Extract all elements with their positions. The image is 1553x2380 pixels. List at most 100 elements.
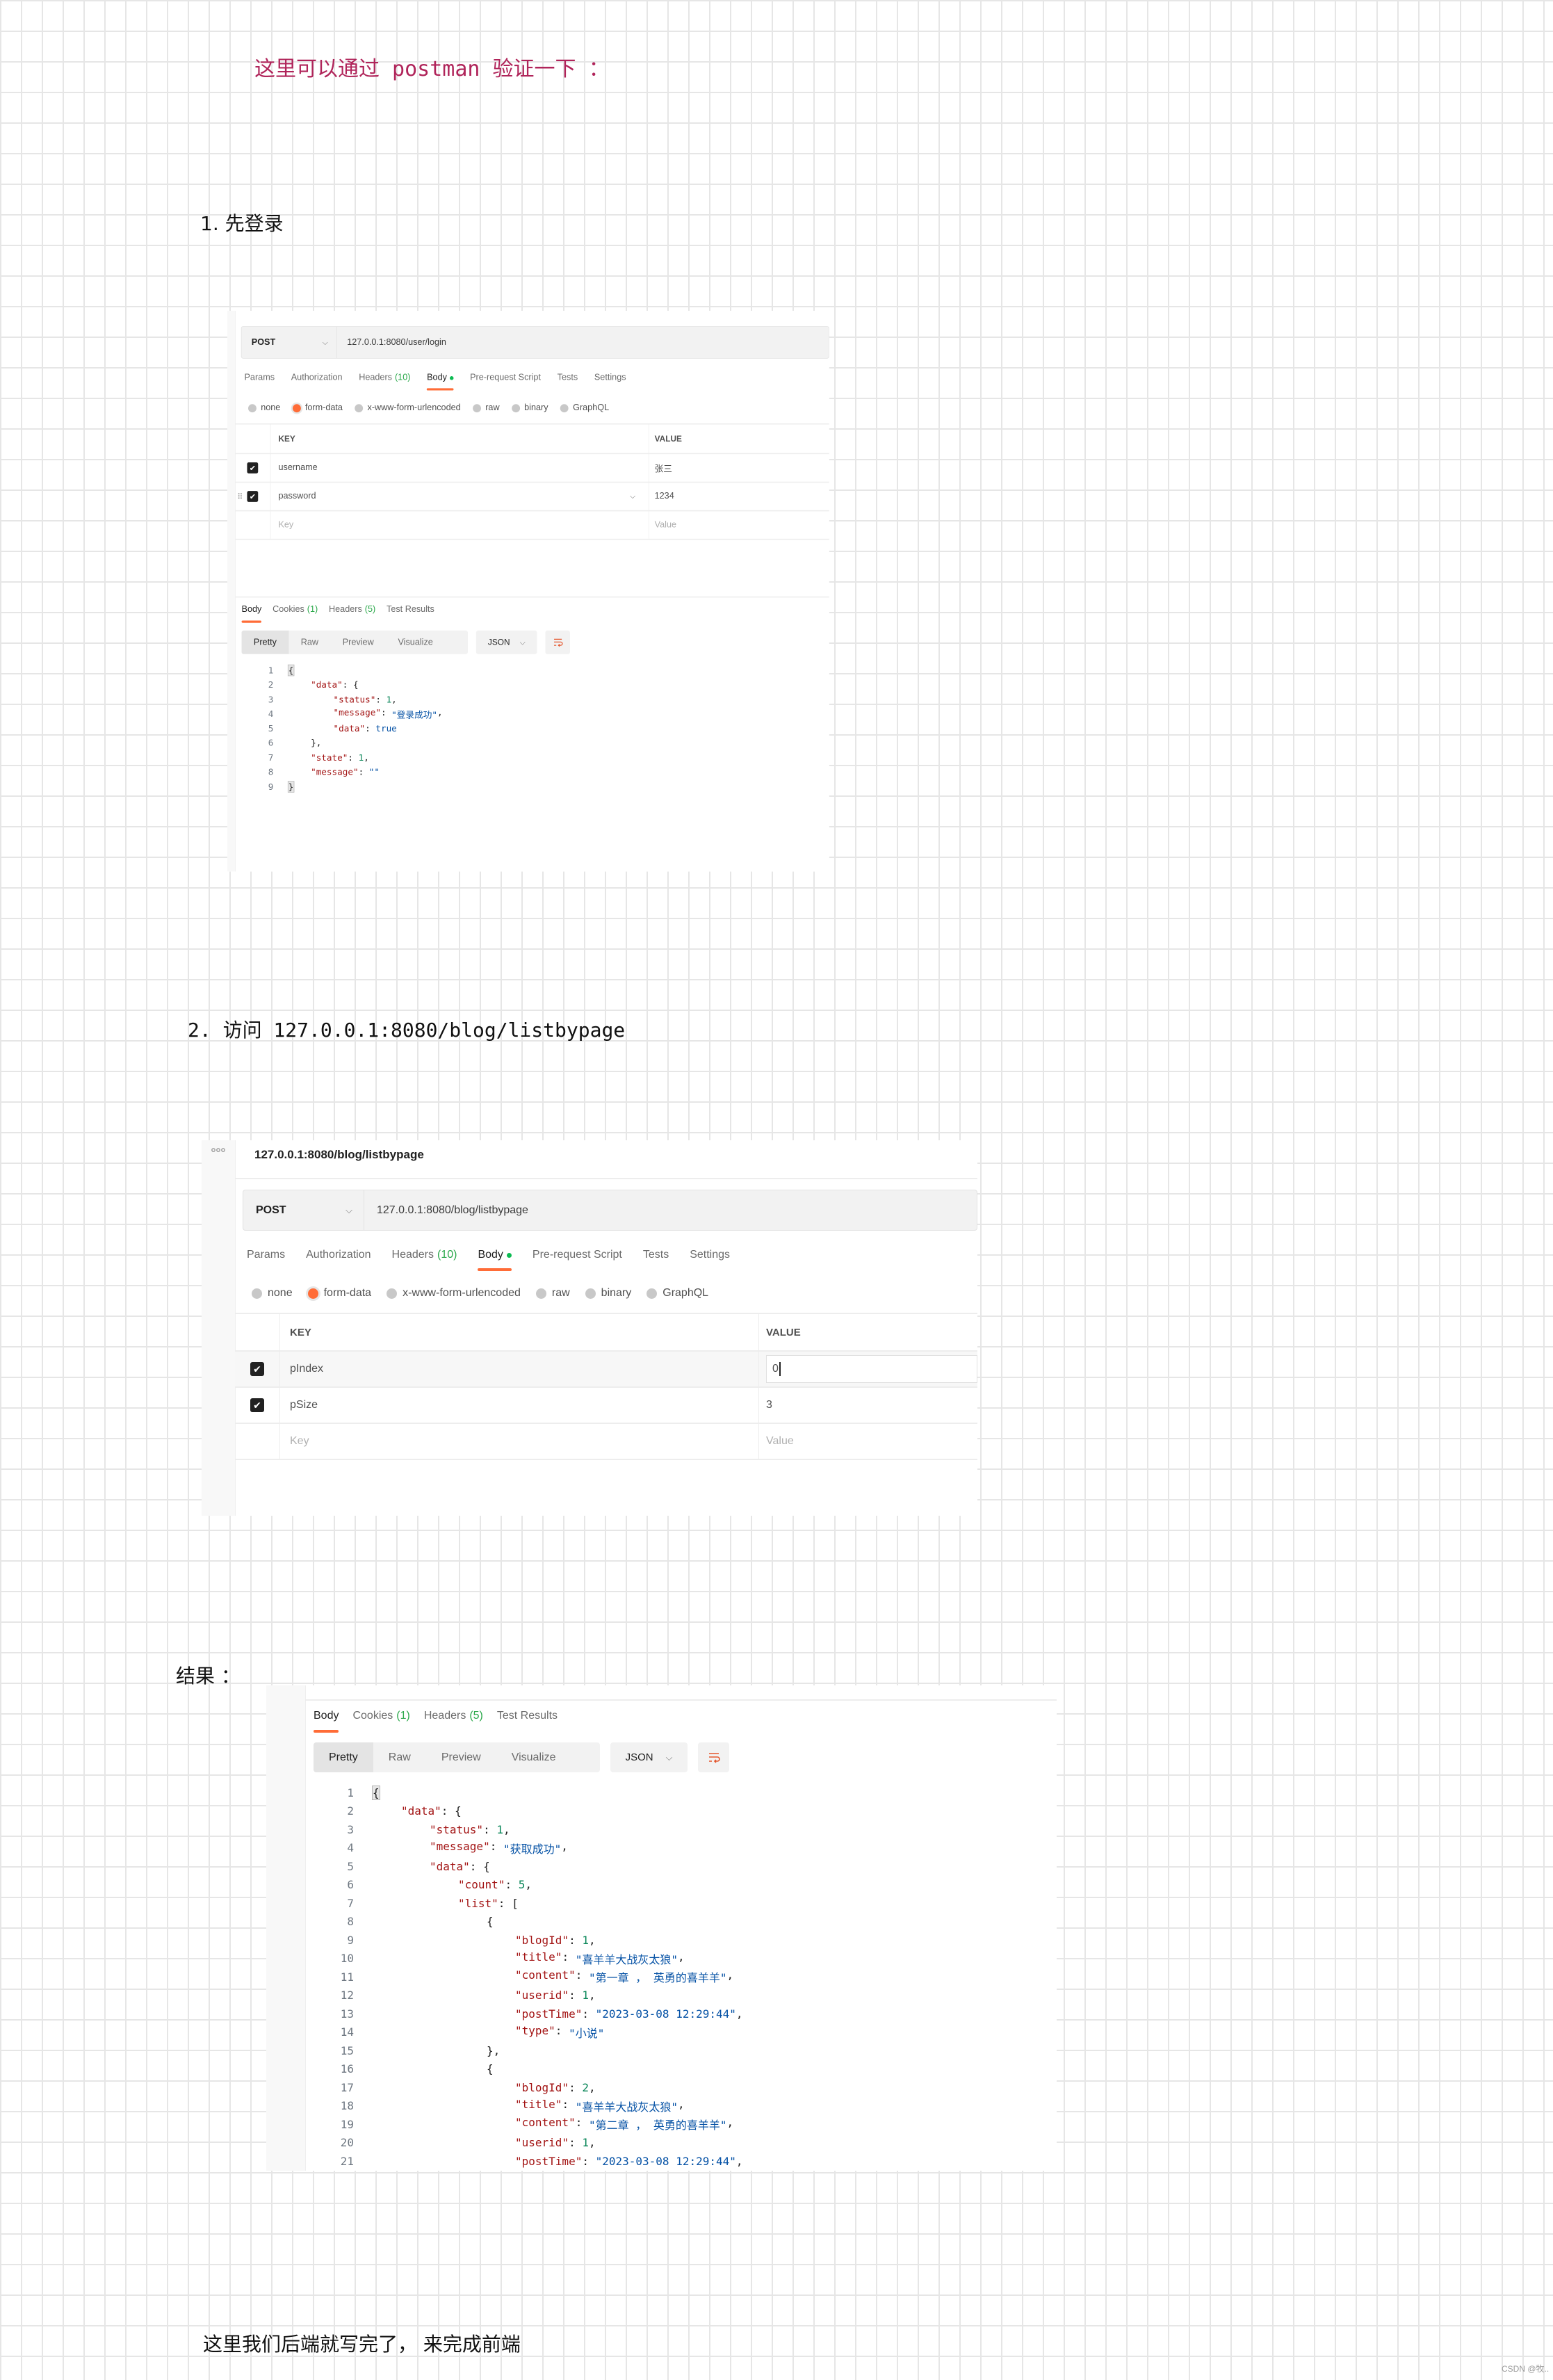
tab-tests[interactable]: Tests bbox=[558, 367, 578, 389]
code-line: 16 { bbox=[305, 2060, 1057, 2079]
value-cell[interactable]: 1234 bbox=[649, 483, 829, 510]
chevron-down-icon: ⌵ bbox=[322, 338, 328, 346]
json-token: "content" bbox=[515, 2116, 576, 2130]
tab-headers[interactable]: Headers (10) bbox=[359, 367, 410, 389]
code-line: 11 "content": "第一章 ， 英勇的喜羊羊", bbox=[305, 1968, 1057, 1986]
tab-label: Pre-request Script bbox=[532, 1249, 622, 1261]
placeholder-text: Value bbox=[766, 1435, 794, 1447]
radio-x-www-form-urlencoded[interactable]: x-www-form-urlencoded bbox=[355, 403, 461, 413]
code-content: { bbox=[372, 1785, 380, 1800]
format-label: JSON bbox=[625, 1751, 653, 1763]
new-row: Key Value bbox=[235, 1424, 977, 1460]
value-placeholder[interactable]: Value bbox=[759, 1424, 977, 1459]
key-placeholder[interactable]: Key bbox=[280, 1424, 759, 1459]
checkbox[interactable]: ✔ bbox=[247, 462, 259, 473]
row-checkbox-cell: ⠿ ✔ bbox=[235, 483, 271, 510]
url-input[interactable]: 127.0.0.1:8080/user/login bbox=[337, 337, 446, 347]
tab-body[interactable]: Body bbox=[478, 1241, 512, 1271]
checkbox[interactable]: ✔ bbox=[247, 491, 259, 502]
wrap-lines-icon bbox=[553, 638, 563, 647]
tab-authorization[interactable]: Authorization bbox=[306, 1241, 371, 1269]
code-content: }, bbox=[373, 2044, 500, 2057]
radio-none[interactable]: none bbox=[248, 403, 280, 413]
format-dropdown[interactable]: JSON ⌵ bbox=[475, 630, 537, 654]
radio-graphql[interactable]: GraphQL bbox=[560, 403, 609, 413]
tab-headers[interactable]: Headers (10) bbox=[392, 1241, 457, 1269]
view-mode-raw[interactable]: Raw bbox=[288, 631, 330, 654]
chevron-down-icon: ⌵ bbox=[665, 1751, 673, 1763]
tab-tests[interactable]: Tests bbox=[643, 1241, 669, 1269]
checkbox[interactable]: ✔ bbox=[250, 1362, 264, 1376]
response-tab-cookies[interactable]: Cookies (1) bbox=[273, 597, 318, 622]
value-placeholder[interactable]: Value bbox=[649, 511, 829, 539]
view-mode-preview[interactable]: Preview bbox=[330, 631, 386, 654]
line-number: 9 bbox=[347, 1933, 354, 1947]
tab-settings[interactable]: Settings bbox=[594, 367, 626, 389]
tab-params[interactable]: Params bbox=[247, 1241, 285, 1269]
response-tab-headers[interactable]: Headers (5) bbox=[424, 1701, 483, 1731]
response-toolbar: Pretty Raw Preview Visualize JSON ⌵ bbox=[235, 630, 829, 654]
code-content: "data": { bbox=[373, 1860, 490, 1873]
tab-body[interactable]: Body bbox=[427, 367, 454, 391]
method-dropdown[interactable]: POST ⌵ bbox=[242, 326, 337, 358]
tab-authorization[interactable]: Authorization bbox=[291, 367, 343, 389]
radio-x-www-form-urlencoded[interactable]: x-www-form-urlencoded bbox=[387, 1287, 521, 1300]
view-mode-visualize[interactable]: Visualize bbox=[496, 1742, 571, 1772]
response-tab-body[interactable]: Body bbox=[314, 1701, 339, 1733]
value-cell[interactable]: 3 bbox=[759, 1388, 977, 1423]
tab-pre-request-script[interactable]: Pre-request Script bbox=[470, 367, 541, 389]
more-options-icon[interactable] bbox=[211, 1147, 225, 1153]
wrap-lines-button[interactable] bbox=[698, 1742, 729, 1772]
radio-raw[interactable]: raw bbox=[473, 403, 500, 413]
drag-handle-icon[interactable]: ⠿ bbox=[237, 492, 243, 501]
view-mode-raw[interactable]: Raw bbox=[373, 1742, 426, 1772]
format-dropdown[interactable]: JSON ⌵ bbox=[610, 1742, 688, 1772]
response-tab-cookies[interactable]: Cookies (1) bbox=[352, 1701, 409, 1731]
key-cell[interactable]: pSize bbox=[280, 1388, 759, 1423]
key-cell[interactable]: pIndex bbox=[280, 1352, 759, 1386]
url-input[interactable]: 127.0.0.1:8080/blog/listbypage bbox=[364, 1204, 528, 1217]
view-mode-pretty[interactable]: Pretty bbox=[241, 630, 289, 654]
radio-label: x-www-form-urlencoded bbox=[403, 1287, 521, 1299]
step1-heading: 1. 先登录 bbox=[200, 212, 284, 235]
radio-form-data[interactable]: form-data bbox=[307, 1287, 371, 1300]
tab-label: Settings bbox=[594, 373, 626, 382]
radio-raw[interactable]: raw bbox=[535, 1287, 570, 1300]
radio-button-icon bbox=[355, 403, 364, 412]
radio-form-data[interactable]: form-data bbox=[292, 403, 343, 413]
tab-params[interactable]: Params bbox=[244, 367, 275, 389]
view-mode-pretty[interactable]: Pretty bbox=[314, 1742, 373, 1772]
wrap-lines-button[interactable] bbox=[545, 630, 570, 654]
value-input[interactable]: 0 bbox=[766, 1355, 977, 1383]
table-row: ✔ username 张三 bbox=[235, 454, 829, 483]
radio-graphql[interactable]: GraphQL bbox=[647, 1287, 708, 1300]
checkbox[interactable]: ✔ bbox=[250, 1398, 264, 1412]
response-tab-test-results[interactable]: Test Results bbox=[497, 1701, 558, 1731]
chevron-down-icon: ⌵ bbox=[345, 1204, 352, 1215]
response-tab-headers[interactable]: Headers (5) bbox=[329, 597, 375, 622]
json-token: "message" bbox=[430, 1839, 490, 1853]
view-mode-visualize[interactable]: Visualize bbox=[386, 631, 445, 654]
value-cell[interactable]: 张三 bbox=[649, 454, 829, 482]
radio-binary[interactable]: binary bbox=[511, 403, 548, 413]
row-checkbox-cell: ✔ bbox=[235, 454, 271, 482]
json-token: { bbox=[287, 664, 295, 677]
radio-none[interactable]: none bbox=[252, 1287, 293, 1300]
response-tab-test-results[interactable]: Test Results bbox=[387, 597, 434, 622]
line-number: 4 bbox=[347, 1841, 354, 1855]
key-placeholder[interactable]: Key bbox=[270, 511, 649, 539]
key-cell[interactable]: password ⌵ bbox=[270, 483, 649, 510]
value-cell[interactable]: 0 bbox=[759, 1352, 977, 1386]
key-cell[interactable]: username bbox=[270, 454, 649, 482]
code-line: 5 "data": { bbox=[305, 1857, 1057, 1876]
form-data-table: KEY VALUE ✔ username 张三 ⠿ ✔ password ⌵ 1234 Key Val… bbox=[235, 423, 829, 540]
radio-button-icon bbox=[560, 403, 569, 412]
tab-settings[interactable]: Settings bbox=[690, 1241, 730, 1269]
response-tab-body[interactable]: Body bbox=[241, 597, 262, 623]
chevron-down-icon[interactable]: ⌵ bbox=[630, 492, 635, 501]
radio-binary[interactable]: binary bbox=[585, 1287, 631, 1300]
line-number: 2 bbox=[347, 1804, 354, 1818]
tab-pre-request-script[interactable]: Pre-request Script bbox=[532, 1241, 622, 1269]
method-dropdown[interactable]: POST ⌵ bbox=[243, 1190, 364, 1230]
view-mode-preview[interactable]: Preview bbox=[426, 1742, 496, 1772]
